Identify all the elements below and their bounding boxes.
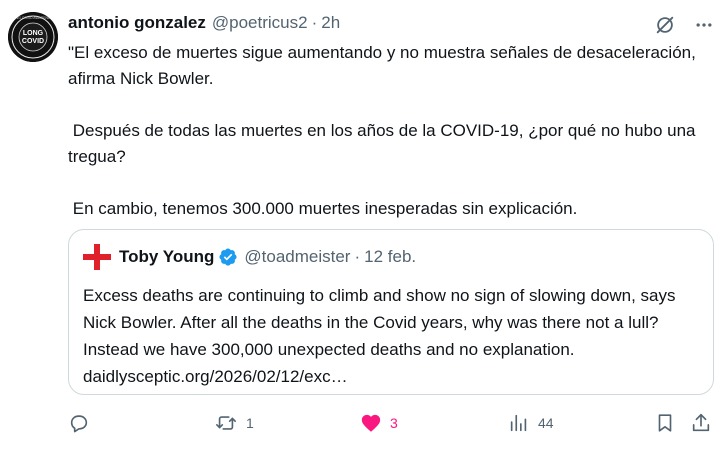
avatar-line-2: COVID — [22, 38, 44, 45]
share-icon — [690, 412, 712, 434]
avatar[interactable]: LONG COVID LONG COVID AWARENESS — [8, 12, 58, 62]
verified-badge-icon — [218, 247, 238, 267]
retweet-button[interactable]: 1 — [214, 412, 254, 434]
retweet-icon — [214, 412, 238, 434]
author-handle[interactable]: @poetricus2 — [212, 13, 308, 33]
action-bar: 1 3 44 — [68, 410, 714, 440]
tweet-header: antonio gonzalez @poetricus2 · 2h — [68, 13, 340, 35]
quote-tweet-card[interactable]: Toby Young @toadmeister · 12 feb. Excess… — [68, 229, 714, 395]
views-button[interactable]: 44 — [508, 412, 554, 434]
quote-separator-dot: · — [354, 247, 361, 266]
reply-button[interactable] — [68, 412, 98, 434]
views-count: 44 — [538, 415, 554, 431]
avatar-ring-text: LONG COVID AWARENESS — [11, 16, 55, 20]
quote-author-handle[interactable]: @toadmeister — [244, 247, 350, 267]
tweet-time[interactable]: 2h — [321, 13, 340, 33]
avatar-line-1: LONG — [23, 30, 44, 37]
share-button[interactable] — [690, 412, 712, 434]
more-icon[interactable] — [694, 15, 714, 35]
quote-header: Toby Young @toadmeister · 12 feb. — [83, 244, 416, 270]
header-icons — [654, 14, 714, 36]
views-icon — [508, 412, 530, 434]
quote-date[interactable]: 12 feb. — [364, 247, 416, 267]
grok-icon[interactable] — [654, 14, 676, 36]
bookmark-icon — [654, 412, 676, 434]
heart-icon — [360, 412, 382, 434]
like-button[interactable]: 3 — [360, 412, 398, 434]
reply-icon — [68, 412, 90, 434]
quote-author-name[interactable]: Toby Young — [119, 247, 214, 267]
author-name[interactable]: antonio gonzalez — [68, 13, 206, 33]
retweet-count: 1 — [246, 415, 254, 431]
england-flag-icon — [83, 244, 111, 270]
bookmark-button[interactable] — [654, 412, 676, 434]
like-count: 3 — [390, 415, 398, 431]
separator-dot: · — [311, 13, 318, 32]
quote-text: Excess deaths are continuing to climb an… — [83, 286, 676, 386]
tweet-text: "El exceso de muertes sigue aumentando y… — [68, 43, 696, 218]
